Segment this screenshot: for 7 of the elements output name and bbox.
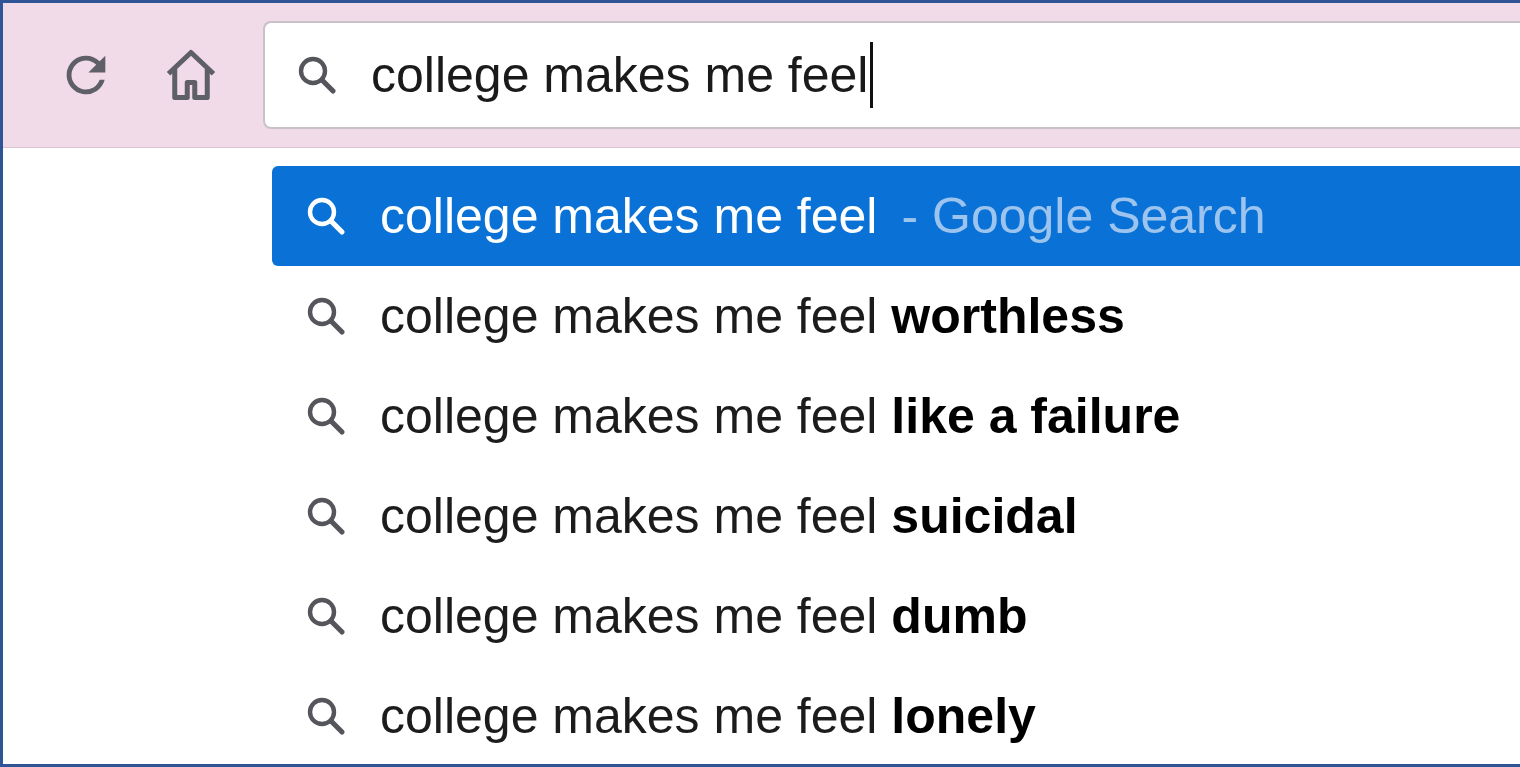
suggestion-item[interactable]: college makes me feel dumb	[272, 566, 1520, 666]
suggestion-item[interactable]: college makes me feel - Google Search	[272, 166, 1520, 266]
suggestion-item[interactable]: college makes me feel like a failure	[272, 366, 1520, 466]
suggestion-item[interactable]: college makes me feel suicidal	[272, 466, 1520, 566]
suggestion-item[interactable]: college makes me feel lonely	[272, 666, 1520, 764]
address-field[interactable]: college makes me feel	[263, 21, 1520, 129]
suggestion-item[interactable]: college makes me feel worthless	[272, 266, 1520, 366]
